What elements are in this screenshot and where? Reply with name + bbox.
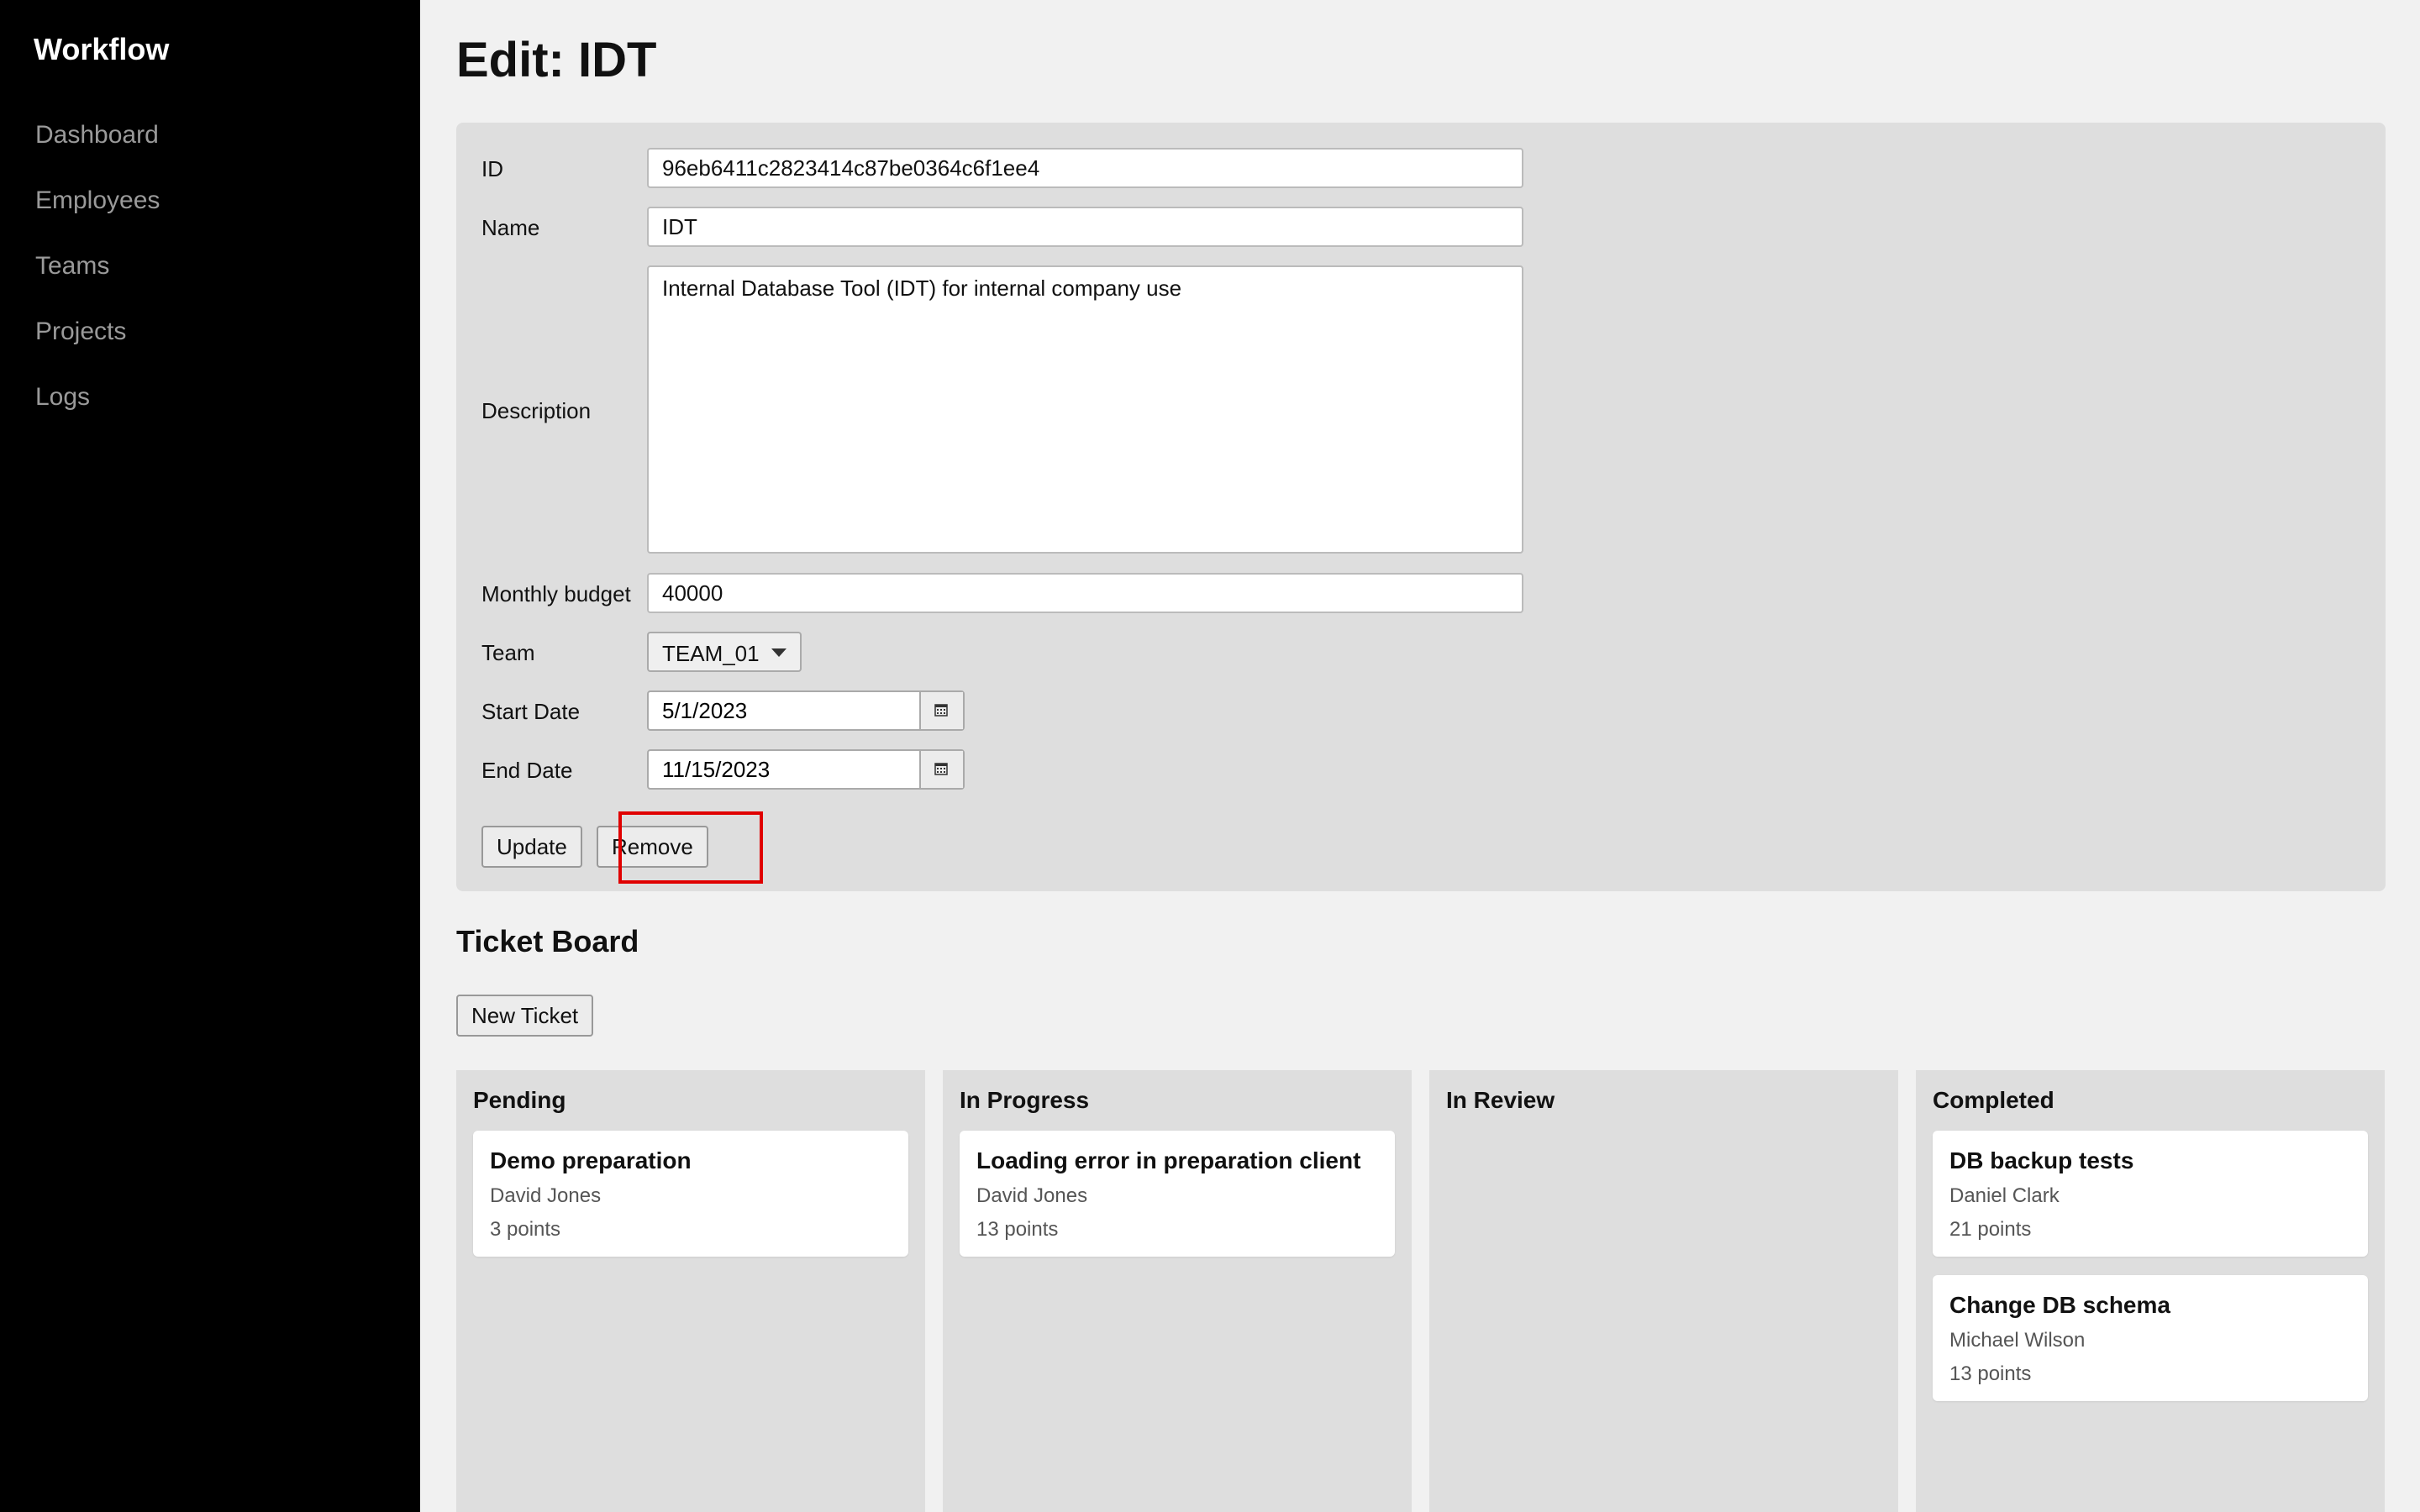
main-content: Edit: IDT ID Name Description Internal D… (420, 0, 2420, 1512)
monthly-budget-field[interactable] (647, 573, 1523, 613)
end-date-label: End Date (481, 758, 573, 783)
name-label: Name (481, 215, 540, 240)
column-in-review: In Review (1429, 1070, 1898, 1512)
team-select-value: TEAM_01 (662, 641, 760, 666)
start-date-calendar-button[interactable] (919, 692, 963, 729)
sidebar-item-logs[interactable]: Logs (35, 383, 90, 412)
sidebar-item-employees[interactable]: Employees (35, 186, 160, 215)
start-date-field[interactable] (649, 692, 919, 729)
start-date-picker (647, 690, 965, 731)
app-brand[interactable]: Workflow (34, 32, 169, 67)
sidebar: Workflow Dashboard Employees Teams Proje… (0, 0, 420, 1512)
ticket-points: 13 points (976, 1218, 1059, 1241)
ticket-points: 3 points (490, 1218, 561, 1241)
remove-button[interactable]: Remove (597, 826, 708, 868)
sidebar-item-projects[interactable]: Projects (35, 318, 126, 346)
start-date-label: Start Date (481, 699, 581, 724)
ticket-points: 21 points (1949, 1218, 2032, 1241)
calendar-icon (934, 763, 948, 775)
team-select[interactable]: TEAM_01 (647, 632, 802, 672)
ticket-title: Demo preparation (490, 1147, 692, 1173)
monthly-budget-label: Monthly budget (481, 581, 631, 606)
ticket-card[interactable]: Loading error in preparation client Davi… (960, 1131, 1395, 1257)
column-title: Completed (1933, 1087, 2054, 1113)
ticket-title: Change DB schema (1949, 1292, 2170, 1318)
sidebar-item-dashboard[interactable]: Dashboard (35, 121, 159, 150)
ticket-title: DB backup tests (1949, 1147, 2134, 1173)
column-title: In Progress (960, 1087, 1090, 1113)
id-label: ID (481, 156, 503, 181)
description-field[interactable]: Internal Database Tool (IDT) for interna… (647, 265, 1523, 554)
column-title: In Review (1446, 1087, 1555, 1113)
sidebar-item-teams[interactable]: Teams (35, 252, 109, 281)
ticket-card[interactable]: DB backup tests Daniel Clark 21 points (1933, 1131, 2368, 1257)
ticket-assignee: Michael Wilson (1949, 1329, 2086, 1352)
ticket-assignee: David Jones (490, 1184, 602, 1207)
column-in-progress: In Progress Loading error in preparation… (943, 1070, 1412, 1512)
column-pending: Pending Demo preparation David Jones 3 p… (456, 1070, 925, 1512)
ticket-card[interactable]: Demo preparation David Jones 3 points (473, 1131, 908, 1257)
description-label: Description (481, 398, 592, 423)
end-date-field[interactable] (649, 751, 919, 788)
ticket-assignee: David Jones (976, 1184, 1088, 1207)
column-completed: Completed DB backup tests Daniel Clark 2… (1916, 1070, 2385, 1512)
ticket-assignee: Daniel Clark (1949, 1184, 2060, 1207)
project-edit-form: ID Name Description Internal Database To… (456, 123, 2386, 891)
new-ticket-button[interactable]: New Ticket (456, 995, 594, 1037)
update-button[interactable]: Update (481, 826, 582, 868)
ticket-points: 13 points (1949, 1362, 2032, 1385)
end-date-calendar-button[interactable] (919, 751, 963, 788)
name-field[interactable] (647, 207, 1523, 247)
end-date-picker (647, 749, 965, 790)
ticket-title: Loading error in preparation client (976, 1147, 1361, 1173)
ticket-board-title: Ticket Board (456, 924, 639, 958)
chevron-down-icon (771, 648, 786, 657)
calendar-icon (934, 704, 948, 717)
team-label: Team (481, 640, 535, 665)
id-field[interactable] (647, 148, 1523, 188)
column-title: Pending (473, 1087, 566, 1113)
page-title: Edit: IDT (456, 33, 657, 87)
ticket-card[interactable]: Change DB schema Michael Wilson 13 point… (1933, 1275, 2368, 1401)
ticket-board: Pending Demo preparation David Jones 3 p… (456, 1070, 2386, 1512)
